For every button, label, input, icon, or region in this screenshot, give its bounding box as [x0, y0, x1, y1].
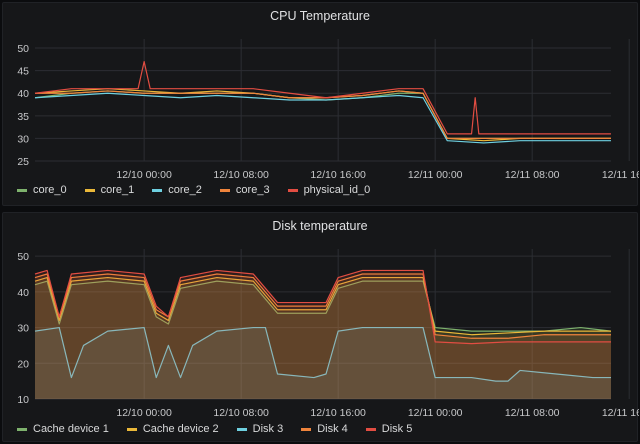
y-tick-label: 20 [17, 358, 29, 370]
legend-item[interactable]: Cache device 1 [17, 423, 109, 435]
y-tick-label: 35 [17, 111, 29, 123]
series-line-physical-id-0 [34, 60, 611, 135]
chart-legend: Cache device 1 Cache device 2 Disk 3 Disk 4… [17, 423, 412, 435]
legend-item[interactable]: physical_id_0 [287, 184, 371, 196]
x-tick-label: 12/10 16:00 [310, 169, 366, 181]
legend-swatch [84, 188, 95, 192]
cpu-temperature-chart: 25 30 35 40 45 50 12/10 00:00 12/10 08:00 12/10 … [17, 39, 639, 181]
y-tick-label: 30 [17, 323, 29, 335]
legend-swatch [287, 188, 298, 192]
legend-item[interactable]: core_0 [17, 184, 67, 196]
legend-item[interactable]: Disk 5 [365, 423, 413, 435]
x-tick-label: 12/11 16:00 [602, 407, 639, 419]
y-tick-label: 40 [17, 88, 29, 100]
x-tick-label: 12/11 08:00 [505, 169, 560, 181]
y-tick-label: 50 [17, 251, 29, 263]
legend-item[interactable]: core_1 [84, 184, 135, 196]
legend-label: physical_id_0 [303, 184, 371, 196]
legend-swatch [219, 188, 230, 192]
legend-swatch [236, 427, 247, 431]
legend-label: Disk 4 [317, 423, 348, 435]
disk-temperature-chart: 10 20 30 40 50 12/10 00:00 12/10 08:00 12/10 16… [17, 249, 639, 419]
legend-label: Disk 3 [252, 423, 284, 435]
legend-label: Disk 5 [381, 423, 413, 435]
chart-legend: core_0 core_1 core_2 core_3 physical_id_0 [17, 184, 370, 196]
x-tick-label: 12/11 08:00 [505, 407, 560, 419]
x-tick-label: 12/11 00:00 [408, 169, 463, 181]
legend-label: core_2 [168, 184, 202, 196]
legend-swatch [17, 188, 27, 192]
series-line-core-3 [35, 90, 611, 140]
x-tick-label: 12/10 00:00 [116, 169, 172, 181]
legend-swatch [301, 427, 312, 431]
series-line-core-1 [34, 88, 611, 142]
legend-item[interactable]: Disk 3 [236, 423, 284, 435]
y-tick-label: 50 [17, 43, 29, 55]
legend-label: core_3 [235, 184, 270, 196]
legend-label: core_1 [100, 184, 135, 196]
y-tick-label: 25 [17, 156, 29, 168]
x-tick-label: 12/10 08:00 [213, 407, 269, 419]
y-tick-label: 30 [17, 133, 29, 145]
x-tick-label: 12/10 16:00 [310, 407, 366, 419]
y-tick-label: 45 [17, 66, 29, 78]
series-line-core-2 [34, 92, 611, 144]
y-tick-label: 40 [17, 287, 29, 299]
legend-swatch [17, 427, 27, 431]
y-tick-label: 10 [17, 394, 29, 406]
legend-item[interactable]: Disk 4 [301, 423, 348, 435]
legend-item[interactable]: core_3 [219, 184, 270, 196]
cpu-temperature-panel: CPU Temperature 25 30 35 40 45 50 12/10 00:00 1… [2, 2, 639, 206]
legend-swatch [126, 427, 137, 431]
legend-label: Cache device 2 [142, 423, 219, 435]
legend-item[interactable]: core_2 [152, 184, 202, 196]
legend-item[interactable]: Cache device 2 [126, 423, 219, 435]
x-tick-label: 12/11 00:00 [408, 407, 463, 419]
legend-swatch [152, 188, 163, 192]
x-tick-label: 12/10 08:00 [213, 169, 269, 181]
x-tick-label: 12/11 16:00 [602, 169, 639, 181]
legend-label: Cache device 1 [33, 423, 109, 435]
legend-swatch [365, 427, 376, 431]
disk-temperature-panel: Disk temperature 10 20 30 40 50 12/10 00:00 12… [2, 212, 639, 442]
x-tick-label: 12/10 00:00 [116, 407, 172, 419]
legend-label: core_0 [33, 184, 67, 196]
